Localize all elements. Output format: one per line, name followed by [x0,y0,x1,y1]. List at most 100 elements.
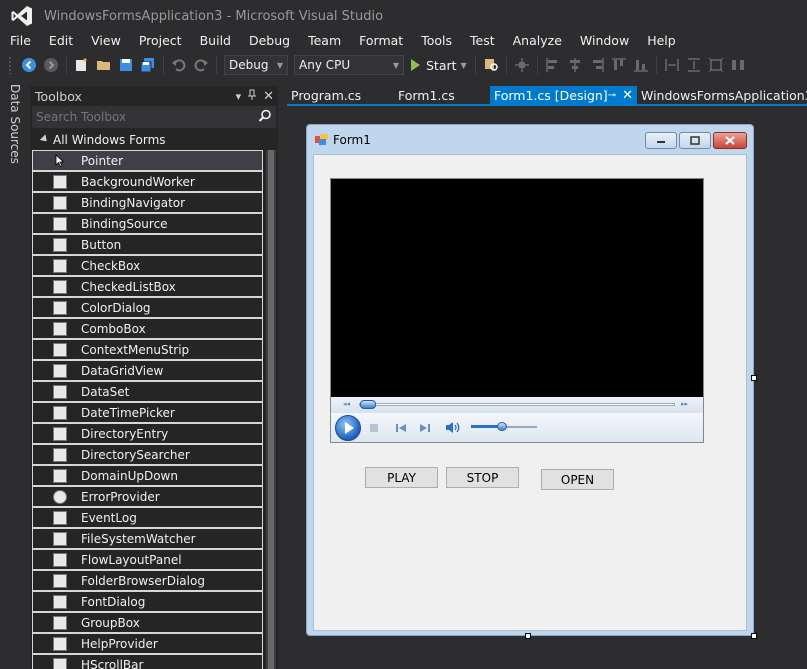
search-icon[interactable] [258,109,272,126]
toolbox-item[interactable]: FontDialog [32,591,263,612]
new-project-icon[interactable] [73,56,91,74]
seek-track[interactable] [359,403,675,406]
stop-button[interactable]: STOP [446,467,519,488]
horizontal-spacing-icon[interactable] [729,56,747,74]
save-icon[interactable] [117,56,135,74]
seek-thumb[interactable] [360,400,376,409]
toolbox-item[interactable]: HelpProvider [32,633,263,654]
tab-form1-design[interactable]: Form1.cs [Design] ⊸ ✕ [490,86,637,104]
find-in-files-icon[interactable] [482,56,500,74]
toolbox-item[interactable]: GroupBox [32,612,263,633]
toolbox-item[interactable]: FlowLayoutPanel [32,549,263,570]
toolbar-grip[interactable] [8,56,12,74]
menu-format[interactable]: Format [349,32,411,50]
menu-file[interactable]: File [0,32,39,50]
media-play-button[interactable] [335,415,361,441]
toolbox-group-all-windows-forms[interactable]: All Windows Forms [30,130,278,150]
volume-thumb[interactable] [497,422,507,431]
pin-icon[interactable] [247,89,257,104]
solution-platform-select[interactable]: Any CPU ▼ [294,55,404,75]
close-icon[interactable]: ✕ [622,88,633,103]
resize-handle-bottom[interactable] [525,633,531,639]
toolbox-item[interactable]: FileSystemWatcher [32,528,263,549]
menu-debug[interactable]: Debug [239,32,298,50]
media-player-control[interactable]: ◂◂ ▸▸ [330,178,704,443]
toolbox-item[interactable]: ComboBox [32,318,263,339]
minimize-button[interactable] [645,132,677,149]
align-lefts-icon[interactable] [544,56,562,74]
fast-forward-icon[interactable]: ▸▸ [681,400,688,408]
toolbox-item[interactable]: CheckBox [32,255,263,276]
tab-form1-cs[interactable]: Form1.cs [394,86,490,104]
menu-help[interactable]: Help [637,32,684,50]
menu-window[interactable]: Window [570,32,637,50]
toolbox-item[interactable]: DataSet [32,381,263,402]
menu-tools[interactable]: Tools [411,32,460,50]
navigate-forward-icon[interactable] [42,56,60,74]
align-bottoms-icon[interactable] [632,56,650,74]
align-tops-icon[interactable] [610,56,628,74]
close-icon[interactable]: ✕ [263,89,274,104]
redo-icon[interactable] [192,56,210,74]
start-debugging-button[interactable]: Start ▼ [411,58,467,73]
toolbox-search-input[interactable] [36,110,236,124]
solution-configuration-select[interactable]: Debug ▼ [224,55,288,75]
menu-view[interactable]: View [81,32,129,50]
menu-analyze[interactable]: Analyze [503,32,570,50]
open-button[interactable]: OPEN [541,469,614,490]
close-button[interactable] [713,132,747,149]
toolbox-item[interactable]: Button [32,234,263,255]
menu-test[interactable]: Test [460,32,503,50]
make-same-width-icon[interactable] [663,56,681,74]
toolbox-item[interactable]: ErrorProvider [32,486,263,507]
menu-team[interactable]: Team [298,32,349,50]
toolbox-item[interactable]: BackgroundWorker [32,171,263,192]
navigate-back-icon[interactable] [20,56,38,74]
menu-project[interactable]: Project [129,32,190,50]
toolbox-item[interactable]: Pointer [32,150,263,171]
save-all-icon[interactable] [139,56,157,74]
align-rights-icon[interactable] [588,56,606,74]
toolbox-item[interactable]: EventLog [32,507,263,528]
toolbox-item[interactable]: DataGridView [32,360,263,381]
rewind-icon[interactable]: ◂◂ [343,400,350,408]
previous-track-icon[interactable] [395,423,407,433]
toolbox-item[interactable]: FolderBrowserDialog [32,570,263,591]
maximize-button[interactable] [679,132,711,149]
data-sources-tab[interactable]: Data Sources [8,84,22,164]
toolbox-search-box [32,106,276,128]
align-to-grid-icon[interactable] [513,56,531,74]
toolbox-item[interactable]: CheckedListBox [32,276,263,297]
toolbox-item[interactable]: BindingSource [32,213,263,234]
tab-windows-forms-application3[interactable]: WindowsFormsApplication3 [637,86,807,104]
toolbox-item[interactable]: BindingNavigator [32,192,263,213]
toolbox-scrollbar[interactable] [266,150,276,669]
form-client-area[interactable]: ◂◂ ▸▸ PLAY STOP OPEN [313,154,747,631]
toolbox-item[interactable]: ContextMenuStrip [32,339,263,360]
play-button[interactable]: PLAY [365,467,438,488]
window-position-dropdown-icon[interactable]: ▾ [236,90,242,103]
size-to-grid-icon[interactable] [707,56,725,74]
menu-build[interactable]: Build [190,32,239,50]
form-designer-window[interactable]: Form1 ◂◂ ▸▸ PLAY STOP OPEN [306,124,754,636]
make-same-height-icon[interactable] [685,56,703,74]
toolbox-item[interactable]: HScrollBar [32,654,263,669]
resize-handle-right[interactable] [751,375,757,381]
toolbox-item[interactable]: DirectorySearcher [32,444,263,465]
pin-icon[interactable]: ⊸ [608,90,616,101]
toolbox-item[interactable]: DirectoryEntry [32,423,263,444]
stop-icon[interactable] [369,423,379,433]
seek-bar[interactable]: ◂◂ ▸▸ [331,397,703,413]
next-track-icon[interactable] [419,423,431,433]
menu-edit[interactable]: Edit [39,32,81,50]
toolbox-item[interactable]: ColorDialog [32,297,263,318]
toolbox-item[interactable]: DomainUpDown [32,465,263,486]
open-file-icon[interactable] [95,56,113,74]
toolbox-scrollbar-thumb[interactable] [268,150,274,669]
undo-icon[interactable] [170,56,188,74]
tab-program-cs[interactable]: Program.cs [287,86,394,104]
toolbox-item[interactable]: DateTimePicker [32,402,263,423]
resize-handle-bottom-right[interactable] [751,633,757,639]
volume-icon[interactable] [445,421,461,434]
align-centers-icon[interactable] [566,56,584,74]
